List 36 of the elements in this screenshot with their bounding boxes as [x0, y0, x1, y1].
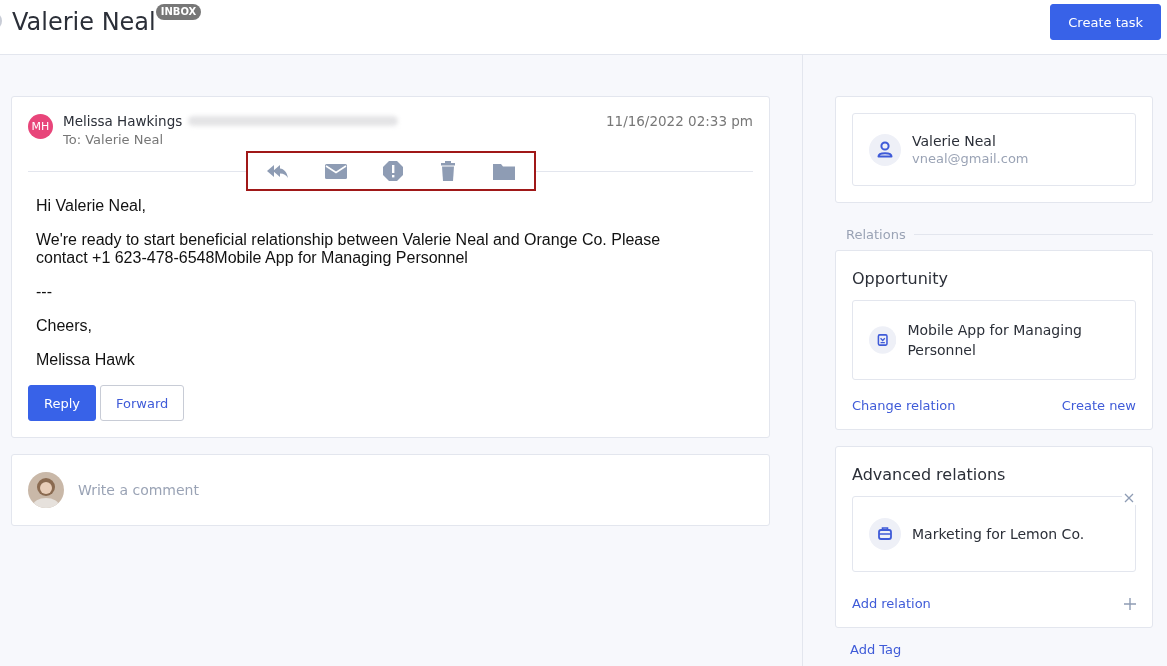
email-paragraph: We're ready to start beneficial relationship between Valerie Neal and Orange Co. Please contact +1 623-478-6548Mobile App for Managing Personnel — [36, 231, 662, 267]
page-title: Valerie Neal — [12, 8, 156, 36]
sender-name: Melissa Hawkings — [63, 113, 183, 129]
forward-button[interactable]: Forward — [100, 385, 185, 421]
inbox-badge: INBOX — [155, 4, 202, 20]
add-relation-link[interactable]: Add relation — [852, 596, 931, 611]
email-paragraph: Melissa Hawk — [36, 351, 136, 369]
email-date: 11/16/2022 02:33 pm — [605, 113, 753, 129]
folder-icon[interactable] — [492, 161, 517, 181]
email-paragraph: Hi Valerie Neal, — [36, 197, 147, 215]
plus-icon — [1124, 597, 1136, 610]
user-avatar — [28, 472, 64, 508]
recipient-text: To: Valerie Neal — [63, 132, 165, 147]
panel-title: Opportunity — [852, 269, 949, 288]
alert-icon[interactable] — [382, 160, 405, 182]
mail-icon[interactable] — [323, 161, 348, 181]
add-tag-link[interactable]: Add Tag — [850, 642, 1153, 657]
sender-avatar: MH — [28, 114, 53, 139]
opportunity-name: Mobile App for Managing Personnel — [907, 321, 1083, 360]
reply-button[interactable]: Reply — [28, 385, 96, 421]
checklist-icon — [869, 324, 897, 356]
contact-name: Valerie Neal — [912, 133, 997, 149]
create-task-button[interactable]: Create task — [1050, 4, 1161, 40]
create-new-link[interactable]: Create new — [1061, 398, 1136, 413]
person-icon — [869, 133, 901, 166]
opportunity-card[interactable]: Mobile App for Managing Personnel — [852, 300, 1136, 380]
contact-email: vneal@gmail.com — [912, 151, 1029, 166]
briefcase-icon — [869, 518, 901, 550]
relation-name: Marketing for Lemon Co. — [912, 526, 1085, 542]
trash-icon[interactable] — [439, 161, 458, 181]
contact-card[interactable]: Valerie Neal vneal@gmail.com — [852, 113, 1136, 186]
email-paragraph: --- — [36, 283, 53, 301]
email-paragraph: Cheers, — [36, 317, 94, 335]
panel-title: Advanced relations — [852, 465, 1007, 484]
change-relation-link[interactable]: Change relation — [852, 398, 956, 413]
section-label: Relations — [846, 227, 906, 242]
